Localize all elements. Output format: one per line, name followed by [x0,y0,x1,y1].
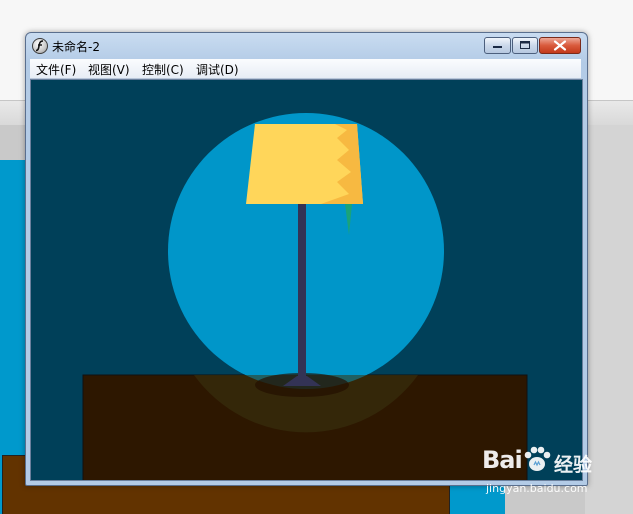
title-bar[interactable]: 未命名-2 [26,33,587,59]
lamp-scene [82,113,528,480]
menu-bar: 文件(F) 视图(V) 控制(C) 调试(D) [30,59,581,79]
menu-control[interactable]: 控制(C) [142,61,184,78]
flash-player-icon[interactable] [32,38,48,54]
maximize-icon [520,41,530,49]
flash-player-window: 未命名-2 文件(F) 视图(V) 控制(C) 调试(D) [25,32,588,486]
window-title: 未命名-2 [52,40,100,54]
lamp-pole [298,204,306,382]
minimize-icon [493,46,502,48]
swf-canvas[interactable] [30,79,583,481]
watermark-logo: Bai [482,446,523,474]
close-icon [553,40,567,51]
baidu-jingyan-watermark: Bai 经验 jingyan.baidu.com [482,444,612,500]
paw-icon [524,446,551,471]
maximize-button[interactable] [512,37,538,54]
watermark-url: jingyan.baidu.com [486,482,588,495]
menu-file[interactable]: 文件(F) [36,61,76,78]
close-button[interactable] [539,37,581,54]
menu-debug[interactable]: 调试(D) [196,61,239,78]
minimize-button[interactable] [484,37,511,54]
menu-view[interactable]: 视图(V) [88,61,130,78]
screen: 未命名-2 文件(F) 视图(V) 控制(C) 调试(D) Bai 经验 jin… [0,0,633,514]
watermark-suffix: 经验 [554,454,593,476]
